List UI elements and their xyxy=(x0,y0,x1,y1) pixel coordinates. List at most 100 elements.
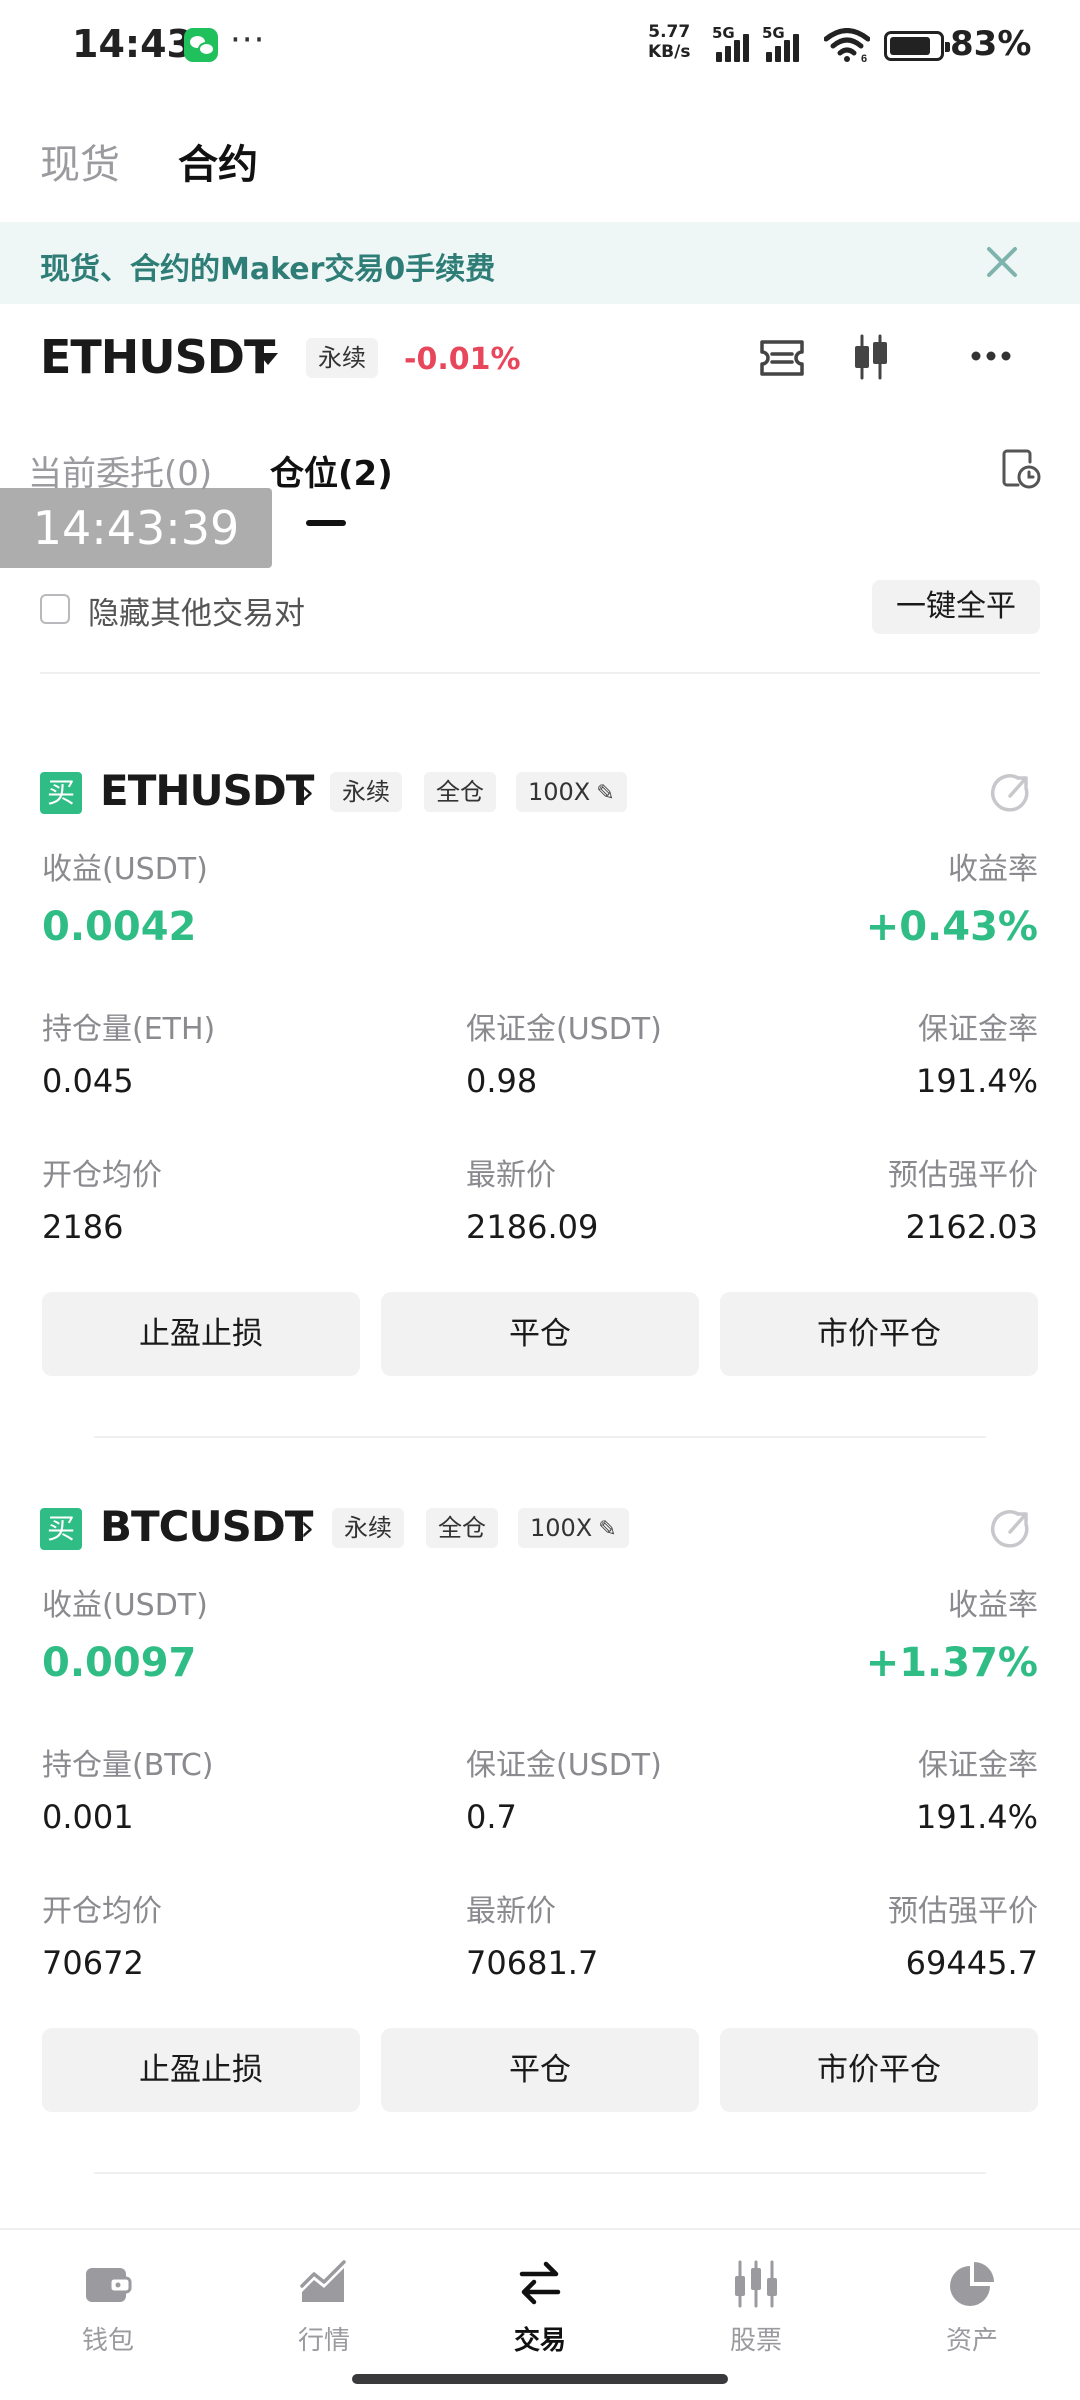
chevron-right-icon[interactable]: › xyxy=(300,772,314,813)
battery-icon xyxy=(884,31,950,61)
tab-positions[interactable]: 仓位(2) xyxy=(270,446,393,495)
close-position-button[interactable]: 平仓 xyxy=(381,2028,699,2112)
nav-trade[interactable]: 交易 xyxy=(480,2258,600,2368)
last-price-value: 2186.09 xyxy=(466,1208,599,1246)
nav-assets[interactable]: 资产 xyxy=(912,2258,1032,2368)
pnl-value: 0.0097 xyxy=(42,1640,197,1686)
perpetual-tag: 永续 xyxy=(330,772,402,812)
pnl-label: 收益(USDT) xyxy=(42,1588,208,1623)
caret-down-icon[interactable] xyxy=(258,353,278,365)
size-label: 持仓量(BTC) xyxy=(42,1748,214,1783)
position-symbol[interactable]: ETHUSDT xyxy=(100,766,314,815)
promo-banner[interactable]: 现货、合约的Maker交易0手续费 xyxy=(0,222,1080,304)
liq-price-label: 预估强平价 xyxy=(888,1158,1038,1193)
size-value: 0.045 xyxy=(42,1062,134,1100)
liq-price-value: 69445.7 xyxy=(905,1944,1038,1982)
signal-sim2-icon: 5G xyxy=(762,24,802,62)
margin-value: 0.98 xyxy=(466,1062,538,1100)
perpetual-tag: 永续 xyxy=(306,338,378,378)
pnl-label: 收益(USDT) xyxy=(42,852,208,887)
banner-text: 现货、合约的Maker交易0手续费 xyxy=(40,252,496,287)
close-icon[interactable] xyxy=(982,242,1022,282)
network-speed: 5.77 KB/s xyxy=(648,22,691,62)
divider xyxy=(40,672,1040,674)
divider xyxy=(94,2172,986,2174)
battery-percent: 83% xyxy=(950,24,1032,64)
liq-price-label: 预估强平价 xyxy=(888,1894,1038,1929)
tab-spot[interactable]: 现货 xyxy=(40,132,120,190)
edit-pencil-icon: ✎ xyxy=(596,781,615,806)
wifi-icon: 6 xyxy=(824,28,870,62)
status-time: 14:43 xyxy=(72,22,193,66)
roe-value: +1.37% xyxy=(865,1640,1038,1686)
size-value: 0.001 xyxy=(42,1798,134,1836)
nav-label: 股票 xyxy=(729,2326,782,2356)
margin-ratio-label: 保证金率 xyxy=(918,1012,1038,1047)
wallet-icon xyxy=(86,2268,132,2302)
close-all-button[interactable]: 一键全平 xyxy=(872,580,1040,634)
entry-price-label: 开仓均价 xyxy=(42,1894,162,1929)
nav-label: 钱包 xyxy=(81,2326,134,2356)
nav-label: 交易 xyxy=(513,2326,566,2356)
candlestick-chart-icon[interactable] xyxy=(850,334,892,380)
margin-ratio-value: 191.4% xyxy=(915,1062,1038,1100)
tab-futures[interactable]: 合约 xyxy=(178,132,258,190)
hide-others-checkbox[interactable] xyxy=(40,594,70,624)
margin-ratio-label: 保证金率 xyxy=(918,1748,1038,1783)
leverage-tag[interactable]: 100X ✎ xyxy=(518,1508,629,1548)
time-overlay: 14:43:39 xyxy=(0,488,272,568)
stock-candles-icon xyxy=(735,2260,777,2308)
wifi-badge: 6 xyxy=(861,53,867,62)
share-icon[interactable] xyxy=(990,772,1034,816)
nav-label: 行情 xyxy=(297,2326,350,2356)
liq-price-value: 2162.03 xyxy=(905,1208,1038,1246)
position-symbol[interactable]: BTCUSDT xyxy=(100,1502,313,1551)
market-close-button[interactable]: 市价平仓 xyxy=(720,2028,1038,2112)
status-bar: 14:43 ··· 5.77 KB/s 5G 5G 6 83% xyxy=(0,0,1080,92)
margin-ratio-value: 191.4% xyxy=(915,1798,1038,1836)
margin-mode-tag: 全仓 xyxy=(426,1508,498,1548)
home-indicator[interactable] xyxy=(352,2374,728,2384)
position-card-eth: 买 ETHUSDT › 永续 全仓 100X ✎ 收益(USDT) 收益率 0.0… xyxy=(0,744,1080,1404)
active-tab-indicator xyxy=(306,520,346,526)
buy-side-badge: 买 xyxy=(40,1508,82,1550)
close-position-button[interactable]: 平仓 xyxy=(381,1292,699,1376)
leverage-tag[interactable]: 100X ✎ xyxy=(516,772,627,812)
nav-stocks[interactable]: 股票 xyxy=(696,2258,816,2368)
more-options-icon[interactable] xyxy=(970,350,1012,362)
market-close-button[interactable]: 市价平仓 xyxy=(720,1292,1038,1376)
wechat-notification-icon xyxy=(184,28,218,62)
signal-sim1-icon: 5G xyxy=(712,24,752,62)
perpetual-tag: 永续 xyxy=(332,1508,404,1548)
roe-label: 收益率 xyxy=(948,852,1038,887)
hide-others-label[interactable]: 隐藏其他交易对 xyxy=(88,588,305,633)
last-price-label: 最新价 xyxy=(466,1158,556,1193)
chevron-right-icon[interactable]: › xyxy=(300,1508,314,1549)
divider xyxy=(94,1436,986,1438)
margin-label: 保证金(USDT) xyxy=(466,1748,662,1783)
tp-sl-button[interactable]: 止盈止损 xyxy=(42,1292,360,1376)
nav-market[interactable]: 行情 xyxy=(264,2258,384,2368)
entry-price-value: 2186 xyxy=(42,1208,124,1246)
position-card-btc: 买 BTCUSDT › 永续 全仓 100X ✎ 收益(USDT) 收益率 0.0… xyxy=(0,1480,1080,2140)
entry-price-label: 开仓均价 xyxy=(42,1158,162,1193)
pnl-value: 0.0042 xyxy=(42,904,197,950)
pair-change: -0.01% xyxy=(404,342,521,377)
coupon-ticket-icon[interactable] xyxy=(758,336,806,380)
more-notifications-icon: ··· xyxy=(230,20,266,60)
margin-mode-tag: 全仓 xyxy=(424,772,496,812)
battery-fill xyxy=(890,37,930,55)
pair-symbol[interactable]: ETHUSDT xyxy=(40,330,275,384)
history-record-icon[interactable] xyxy=(1000,448,1042,490)
size-label: 持仓量(ETH) xyxy=(42,1012,216,1047)
entry-price-value: 70672 xyxy=(42,1944,144,1982)
market-chart-icon xyxy=(300,2260,346,2302)
last-price-value: 70681.7 xyxy=(466,1944,599,1982)
trade-arrows-icon xyxy=(519,2261,561,2305)
last-price-label: 最新价 xyxy=(466,1894,556,1929)
share-icon[interactable] xyxy=(990,1508,1034,1552)
buy-side-badge: 买 xyxy=(40,772,82,814)
edit-pencil-icon: ✎ xyxy=(598,1517,617,1542)
tp-sl-button[interactable]: 止盈止损 xyxy=(42,2028,360,2112)
nav-wallet[interactable]: 钱包 xyxy=(48,2258,168,2368)
